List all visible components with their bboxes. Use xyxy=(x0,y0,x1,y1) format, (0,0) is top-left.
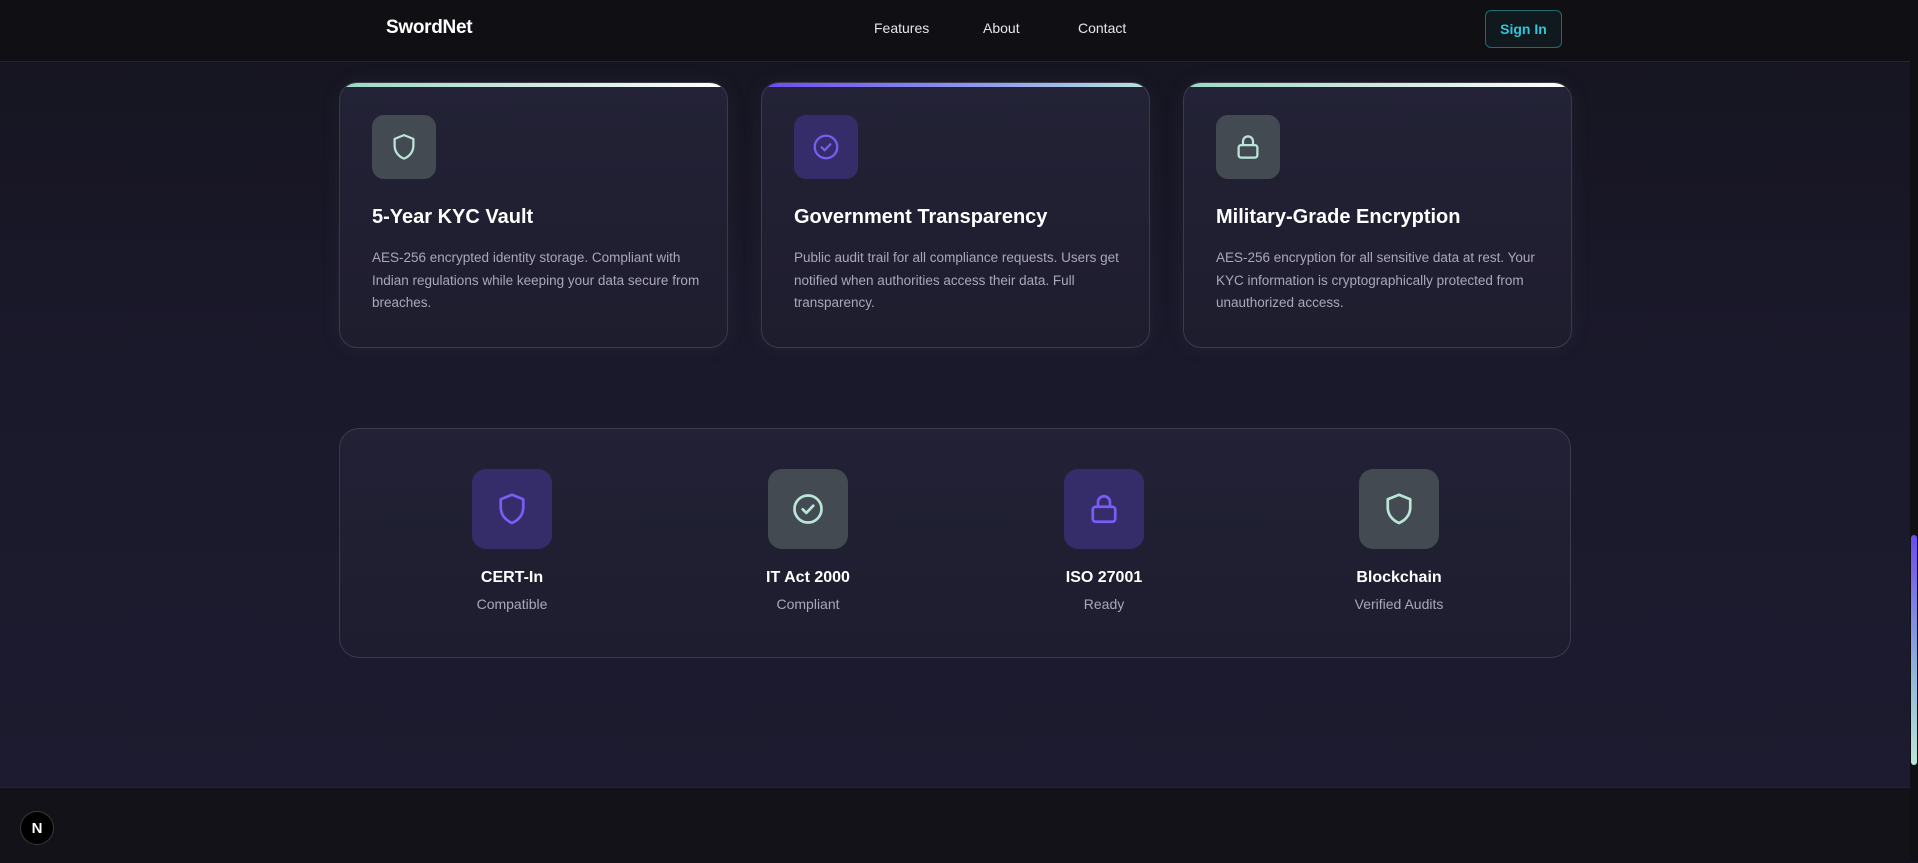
compliance-panel: CERT-In Compatible IT Act 2000 Compliant… xyxy=(339,428,1571,658)
feature-card-gov-transparency: Government Transparency Public audit tra… xyxy=(761,82,1150,348)
feature-card-encryption: Military-Grade Encryption AES-256 encryp… xyxy=(1183,82,1572,348)
badge-status: Ready xyxy=(1083,596,1125,612)
feature-card-kyc-vault: 5-Year KYC Vault AES-256 encrypted ident… xyxy=(339,82,728,348)
card-title: Government Transparency xyxy=(794,206,1048,228)
shield-icon xyxy=(472,469,552,549)
nav-link-about[interactable]: About xyxy=(983,20,1020,36)
lock-icon xyxy=(1216,115,1280,179)
nav-link-contact[interactable]: Contact xyxy=(1078,20,1126,36)
card-description: AES-256 encrypted identity storage. Comp… xyxy=(372,250,700,310)
card-description: AES-256 encryption for all sensitive dat… xyxy=(1216,250,1535,310)
nextjs-dev-indicator[interactable]: N xyxy=(20,811,54,845)
footer xyxy=(0,787,1910,863)
card-accent-bar xyxy=(340,83,727,87)
sign-in-button[interactable]: Sign In xyxy=(1485,10,1562,48)
lock-icon xyxy=(1064,469,1144,549)
card-title: 5-Year KYC Vault xyxy=(372,206,534,228)
badge-title: ISO 27001 xyxy=(1065,569,1143,586)
badge-title: CERT-In xyxy=(480,569,544,586)
badge-status: Compliant xyxy=(776,596,840,612)
badge-status: Verified Audits xyxy=(1354,596,1444,612)
badge-title: Blockchain xyxy=(1356,569,1442,586)
badge-status: Compatible xyxy=(476,596,548,612)
card-accent-bar xyxy=(762,83,1149,87)
check-circle-icon xyxy=(794,115,858,179)
compliance-badge-blockchain: Blockchain Verified Audits xyxy=(1299,469,1499,612)
top-navbar: SwordNet Features About Contact Sign In xyxy=(0,0,1910,62)
badge-title: IT Act 2000 xyxy=(766,569,850,586)
brand-logo[interactable]: SwordNet xyxy=(386,17,473,39)
card-description: Public audit trail for all compliance re… xyxy=(794,250,1119,310)
shield-icon xyxy=(372,115,436,179)
check-circle-icon xyxy=(768,469,848,549)
scrollbar-thumb[interactable] xyxy=(1911,535,1917,765)
compliance-badge-iso: ISO 27001 Ready xyxy=(1004,469,1204,612)
page-scrollbar[interactable] xyxy=(1910,0,1918,862)
nav-link-features[interactable]: Features xyxy=(874,20,929,36)
shield-icon xyxy=(1359,469,1439,549)
compliance-badge-cert-in: CERT-In Compatible xyxy=(412,469,612,612)
compliance-badge-it-act: IT Act 2000 Compliant xyxy=(708,469,908,612)
card-accent-bar xyxy=(1184,83,1571,87)
card-title: Military-Grade Encryption xyxy=(1216,206,1461,228)
